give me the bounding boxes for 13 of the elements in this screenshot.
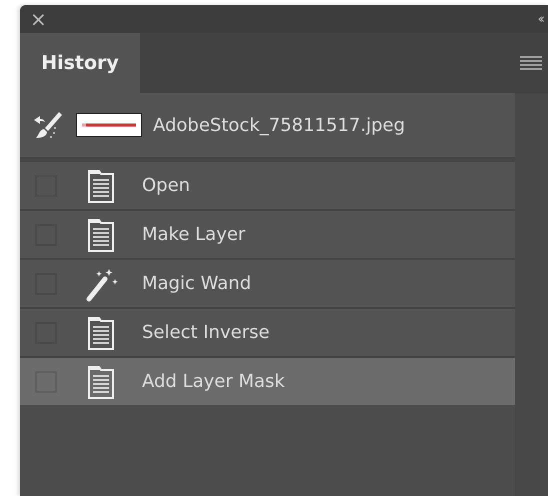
- close-button[interactable]: ×: [30, 9, 47, 29]
- history-state[interactable]: Make Layer: [20, 209, 515, 258]
- scrollbar-track[interactable]: [515, 93, 548, 496]
- history-state[interactable]: Add Layer Mask: [20, 356, 515, 405]
- history-state[interactable]: Open: [20, 160, 515, 209]
- history-state[interactable]: Magic Wand: [20, 258, 515, 307]
- menu-icon[interactable]: [520, 56, 542, 70]
- collapse-button[interactable]: ‹‹: [538, 12, 542, 26]
- history-brush-icon[interactable]: [32, 110, 64, 140]
- panel-tab[interactable]: History: [20, 33, 140, 93]
- history-state[interactable]: Select Inverse: [20, 307, 515, 356]
- snapshot-row[interactable]: AdobeStock_75811517.jpeg: [20, 93, 515, 160]
- snapshot-name: AdobeStock_75811517.jpeg: [153, 114, 406, 136]
